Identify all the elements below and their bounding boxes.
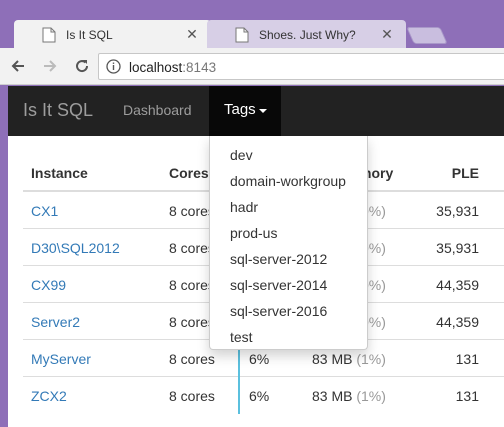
nav-tags-dropdown-toggle[interactable]: Tags	[209, 86, 281, 136]
tab-active[interactable]: Is It SQL ✕	[14, 20, 211, 49]
dropdown-item[interactable]: sql-server-2014	[210, 272, 367, 298]
close-icon[interactable]: ✕	[380, 27, 394, 41]
navbar-brand[interactable]: Is It SQL	[23, 100, 93, 121]
memory-cell: 83 MB (1%)	[312, 351, 386, 367]
dropdown-item[interactable]: dev	[210, 142, 367, 168]
memory-pct: (1%)	[356, 351, 386, 367]
url-text: localhost:8143	[129, 60, 216, 75]
page-icon	[42, 27, 56, 42]
dropdown-item[interactable]: sql-server-2012	[210, 246, 367, 272]
address-bar[interactable]: localhost:8143	[98, 53, 504, 80]
instance-link[interactable]: ZCX2	[31, 388, 67, 404]
memory-cell: 83 MB (1%)	[312, 388, 386, 404]
memory-pct: (1%)	[356, 388, 386, 404]
cpu-cell: 6%	[249, 388, 270, 404]
cpu-bar	[238, 377, 240, 414]
ple-cell: 44,359	[436, 314, 479, 330]
dropdown-item[interactable]: prod-us	[210, 220, 367, 246]
back-icon	[11, 60, 24, 72]
header-cores[interactable]: Cores	[169, 165, 209, 181]
instance-link[interactable]: Server2	[31, 314, 80, 330]
close-icon[interactable]: ✕	[185, 27, 199, 41]
instance-link[interactable]: CX99	[31, 277, 66, 293]
ple-cell: 44,359	[436, 277, 479, 293]
ple-cell: 35,931	[436, 240, 479, 256]
memory-value: 83 MB	[312, 388, 353, 404]
caret-down-icon	[259, 109, 267, 113]
memory-value: 83 MB	[312, 351, 353, 367]
dropdown-item[interactable]: domain-workgroup	[210, 168, 367, 194]
dropdown-item[interactable]: test	[210, 324, 367, 350]
info-icon[interactable]	[106, 59, 121, 74]
reload-icon	[76, 60, 89, 73]
nav-tags-label: Tags	[224, 101, 256, 118]
instance-link[interactable]: MyServer	[31, 351, 91, 367]
dropdown-item[interactable]: hadr	[210, 194, 367, 220]
nav-link-dashboard[interactable]: Dashboard	[123, 102, 192, 118]
url-port: :8143	[182, 60, 217, 75]
dropdown-item[interactable]: sql-server-2016	[210, 298, 367, 324]
tab-strip: Is It SQL ✕ Shoes. Just Why? ✕	[0, 0, 504, 49]
back-button[interactable]	[8, 56, 28, 76]
table-row: ZCX2 8 cores 6% 83 MB (1%) 131	[23, 377, 504, 414]
header-instance[interactable]: Instance	[31, 165, 88, 181]
cpu-cell: 6%	[249, 351, 270, 367]
new-tab-button[interactable]	[406, 27, 448, 44]
instance-link[interactable]: CX1	[31, 203, 58, 219]
cores-cell: 8 cores	[169, 351, 215, 367]
browser-toolbar: localhost:8143	[0, 48, 504, 85]
ple-cell: 131	[455, 388, 479, 404]
header-ple[interactable]: PLE	[452, 165, 479, 181]
tab-inactive[interactable]: Shoes. Just Why? ✕	[207, 20, 406, 49]
ple-cell: 35,931	[436, 203, 479, 219]
window-frame-edge	[0, 86, 8, 427]
forward-icon	[44, 60, 57, 72]
url-host: localhost	[129, 60, 183, 75]
instance-link[interactable]: D30\SQL2012	[31, 240, 120, 256]
reload-button[interactable]	[72, 56, 92, 76]
tab-title: Shoes. Just Why?	[259, 27, 356, 42]
tab-title: Is It SQL	[66, 27, 113, 42]
page-icon	[235, 27, 249, 42]
cores-cell: 8 cores	[169, 388, 215, 404]
navbar: Is It SQL Dashboard Tags	[8, 86, 504, 136]
tags-dropdown-menu: dev domain-workgroup hadr prod-us sql-se…	[209, 136, 368, 350]
ple-cell: 131	[455, 351, 479, 367]
forward-button[interactable]	[40, 56, 60, 76]
